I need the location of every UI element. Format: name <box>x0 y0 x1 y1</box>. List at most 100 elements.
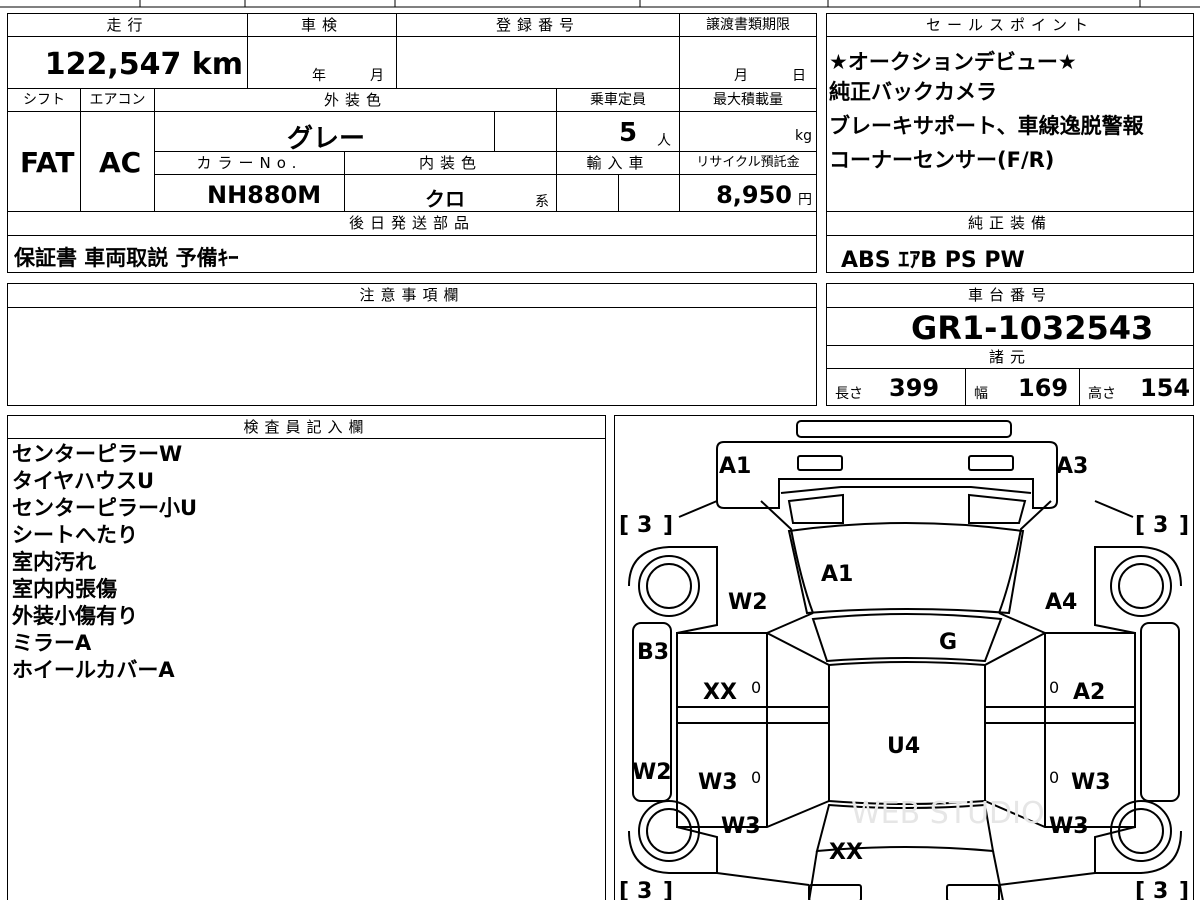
chassis-header: 車台番号 <box>826 283 1194 308</box>
tire-mark-rl-open: [ <box>619 879 629 900</box>
label-a1-hood: A1 <box>821 562 853 587</box>
notes-cell <box>7 307 817 406</box>
watermark: WEB STUDIO <box>851 796 1045 831</box>
roof-panel <box>828 661 986 805</box>
zero-right-lower: 0 <box>1049 768 1059 787</box>
label-a3-top: A3 <box>1056 454 1088 479</box>
capacity-cell: 5 人 <box>556 111 680 152</box>
inspector-line: ホイールカバーA <box>12 658 175 682</box>
transfer-deadline-cell: 月 日 <box>679 36 817 89</box>
capacity-header: 乗車定員 <box>556 88 680 112</box>
tire-rear-left-inner <box>646 808 692 854</box>
exterior-color-header: 外装色 <box>154 88 557 112</box>
label-w3-left: W3 <box>698 770 738 795</box>
spec-height-value: 154 <box>1140 374 1191 402</box>
color-no-value: NH880M <box>207 181 322 209</box>
mirror-lines <box>766 612 1046 634</box>
mileage-header: 走行 <box>7 13 248 37</box>
inspector-line: センターピラー小U <box>12 496 198 520</box>
front-bumper <box>796 420 1012 438</box>
sales-point-line: ブレーキサポート、車線逸脱警報 <box>829 114 1144 138</box>
car-diagram-panel: WEB STUDIO A1 A3 A1 W2 A4 B3 G XX A2 U4 … <box>614 415 1194 900</box>
label-a4-right: A4 <box>1045 590 1077 615</box>
tire-mark-fr: 3 <box>1153 513 1168 538</box>
notes-header: 注意事項欄 <box>7 283 817 308</box>
shipping-parts-value: 保証書 車両取説 予備ｷｰ <box>14 246 239 270</box>
interior-color-cell: クロ 系 <box>344 174 557 212</box>
tire-mark-rl: 3 <box>637 879 652 900</box>
aircon-cell: AC <box>80 111 155 212</box>
label-xx-left: XX <box>703 680 737 705</box>
right-side-skirt <box>1140 622 1180 802</box>
label-w2-left: W2 <box>728 590 768 615</box>
tire-mark-fr-open: [ <box>1135 513 1145 538</box>
tire-mark-fl-open: [ <box>619 513 629 538</box>
recycle-cell: 8,950 円 <box>679 174 817 212</box>
inspector-line: シートへたり <box>12 523 138 547</box>
registration-cell <box>396 36 680 89</box>
label-b3: B3 <box>637 640 669 665</box>
import-header: 輸入車 <box>556 151 680 175</box>
inspection-header: 車検 <box>247 13 397 37</box>
chassis-cell: GR1-1032543 <box>826 307 1194 347</box>
spec-width-cell: 幅 169 <box>965 368 1080 406</box>
tire-front-right-inner <box>1118 563 1164 609</box>
chassis-value: GR1-1032543 <box>911 309 1154 347</box>
grille-top <box>780 486 1032 494</box>
inspector-line: 室内汚れ <box>12 550 96 574</box>
capacity-value: 5 <box>619 118 638 148</box>
color-no-cell: NH880M <box>154 174 345 212</box>
front-right-arch <box>1094 546 1182 634</box>
mileage-value: 122,547 km <box>44 47 243 82</box>
inspector-line: 室内内張傷 <box>12 577 117 601</box>
sales-point-line: コーナーセンサー(F/R) <box>829 148 1055 172</box>
inspector-header: 検査員記入欄 <box>7 415 606 439</box>
label-a2: A2 <box>1073 680 1105 705</box>
mileage-cell: 122,547 km <box>7 36 248 89</box>
tire-mark-rr-open: [ <box>1135 879 1145 900</box>
tire-mark-rr: 3 <box>1153 879 1168 900</box>
sales-point-line: ★オークションデビュー★ <box>829 50 1077 74</box>
tire-mark-fl-close: ] <box>663 513 673 538</box>
label-xx-rear: XX <box>829 840 863 865</box>
inspector-line: センターピラーW <box>12 442 183 466</box>
recycle-value: 8,950 <box>716 181 792 209</box>
interior-color-header: 内装色 <box>344 151 557 175</box>
sales-points-cell: ★オークションデビュー★ 純正バックカメラ ブレーキサポート、車線逸脱警報 コー… <box>826 36 1194 212</box>
rear-light-left <box>808 884 862 900</box>
spec-height-label: 高さ <box>1088 386 1116 402</box>
inspection-month-label: 月 <box>370 68 384 84</box>
color-no-header: カラーNo. <box>154 151 345 175</box>
grille-right <box>968 493 1027 524</box>
tire-mark-fl: 3 <box>637 513 652 538</box>
interior-color-value: クロ <box>425 187 465 211</box>
spec-width-value: 169 <box>1018 374 1069 402</box>
grille-left <box>787 493 844 524</box>
recycle-header: リサイクル預託金 <box>679 151 817 175</box>
spec-length-value: 399 <box>889 374 940 402</box>
label-g: G <box>939 630 957 655</box>
exterior-color-cell: グレー <box>154 111 495 154</box>
inspector-line: 外装小傷有り <box>12 604 138 628</box>
tire-front-left-inner <box>646 563 692 609</box>
inspection-cell: 年 月 <box>247 36 397 89</box>
zero-right-upper: 0 <box>1049 678 1059 697</box>
rear-light-right <box>946 884 1000 900</box>
inspector-cell: センターピラーW タイヤハウスU センターピラー小U シートへたり 室内汚れ 室… <box>7 438 606 900</box>
transfer-month-label: 月 <box>734 68 748 84</box>
spec-height-cell: 高さ 154 <box>1079 368 1194 406</box>
label-u4: U4 <box>887 734 920 759</box>
max-load-unit: kg <box>795 128 812 144</box>
shift-value: FAT <box>20 146 75 179</box>
capacity-unit: 人 <box>657 133 671 149</box>
exterior-color-value: グレー <box>287 124 366 154</box>
spec-length-cell: 長さ 399 <box>826 368 966 406</box>
label-w3-rear-left: W3 <box>721 814 761 839</box>
tire-mark-rl-close: ] <box>663 879 673 900</box>
rear-right-arch <box>1094 826 1182 874</box>
equipment-header: 純正装備 <box>826 211 1194 236</box>
front-left-arch <box>628 546 718 634</box>
exterior-color-extra <box>494 111 557 152</box>
specs-header: 諸元 <box>826 345 1194 369</box>
zero-left-upper: 0 <box>751 678 761 697</box>
